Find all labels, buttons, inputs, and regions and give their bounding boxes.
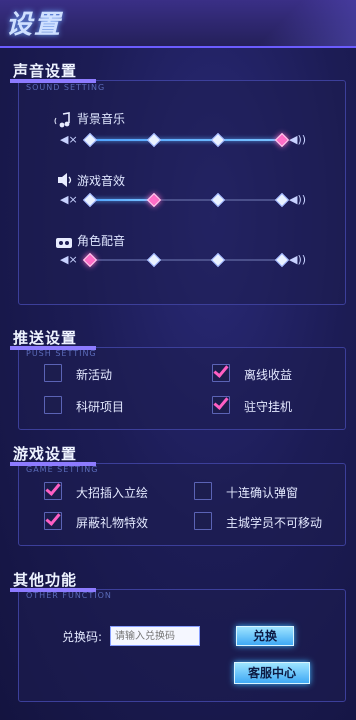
- game-section-subtitle: GAME SETTING: [26, 465, 99, 474]
- redeem-label: 兑换码:: [62, 630, 103, 644]
- checkbox-new-event[interactable]: [44, 364, 62, 382]
- checkbox-label: 主城学员不可移动: [226, 516, 323, 530]
- push-section-subtitle: PUSH SETTING: [26, 349, 97, 358]
- sound-section-subtitle: SOUND SETTING: [26, 83, 106, 92]
- redeem-code-input[interactable]: [110, 626, 200, 646]
- push-section-title: 推送设置: [13, 329, 78, 347]
- checkbox-ultimate-portrait[interactable]: [44, 482, 62, 500]
- sound-row-label: 背景音乐: [77, 112, 126, 126]
- checkbox-garrison-idle[interactable]: [212, 396, 230, 414]
- sound-section-title: 声音设置: [13, 62, 78, 80]
- other-section-title: 其他功能: [13, 571, 78, 589]
- sfx-volume-fill: [89, 199, 153, 201]
- max-volume-icon[interactable]: ◀)): [289, 133, 306, 146]
- checkbox-label: 屏蔽礼物特效: [76, 516, 149, 530]
- voice-icon: [55, 234, 73, 248]
- speaker-icon: [56, 172, 74, 188]
- music-volume-fill: [89, 139, 282, 141]
- game-panel: [18, 463, 346, 546]
- voice-volume-track[interactable]: [89, 259, 282, 261]
- max-volume-icon[interactable]: ◀)): [289, 193, 306, 206]
- checkbox-offline-income[interactable]: [212, 364, 230, 382]
- sound-row-label: 游戏音效: [77, 174, 126, 188]
- game-section-title: 游戏设置: [13, 445, 78, 463]
- other-section-subtitle: OTHER FUNCTION: [26, 591, 112, 600]
- sound-row-label: 角色配音: [77, 234, 126, 248]
- checkbox-label: 驻守挂机: [244, 400, 293, 414]
- mute-icon[interactable]: ◀×: [60, 253, 78, 266]
- mute-icon[interactable]: ◀×: [60, 133, 78, 146]
- redeem-button[interactable]: 兑换: [236, 626, 294, 646]
- checkbox-label: 科研项目: [76, 400, 125, 414]
- checkbox-label: 大招插入立绘: [76, 486, 149, 500]
- checkbox-students-immobile[interactable]: [194, 512, 212, 530]
- push-panel: [18, 347, 346, 430]
- customer-service-button[interactable]: 客服中心: [234, 662, 310, 684]
- checkbox-block-gift-effects[interactable]: [44, 512, 62, 530]
- checkbox-research[interactable]: [44, 396, 62, 414]
- max-volume-icon[interactable]: ◀)): [289, 253, 306, 266]
- checkbox-label: 十连确认弹窗: [226, 486, 299, 500]
- music-note-icon: [54, 112, 72, 128]
- mute-icon[interactable]: ◀×: [60, 193, 78, 206]
- page-title: 设置: [6, 10, 63, 40]
- header-decoration: [236, 0, 356, 46]
- checkbox-label: 新活动: [76, 368, 113, 382]
- checkbox-label: 离线收益: [244, 368, 293, 382]
- checkbox-ten-pull-confirm[interactable]: [194, 482, 212, 500]
